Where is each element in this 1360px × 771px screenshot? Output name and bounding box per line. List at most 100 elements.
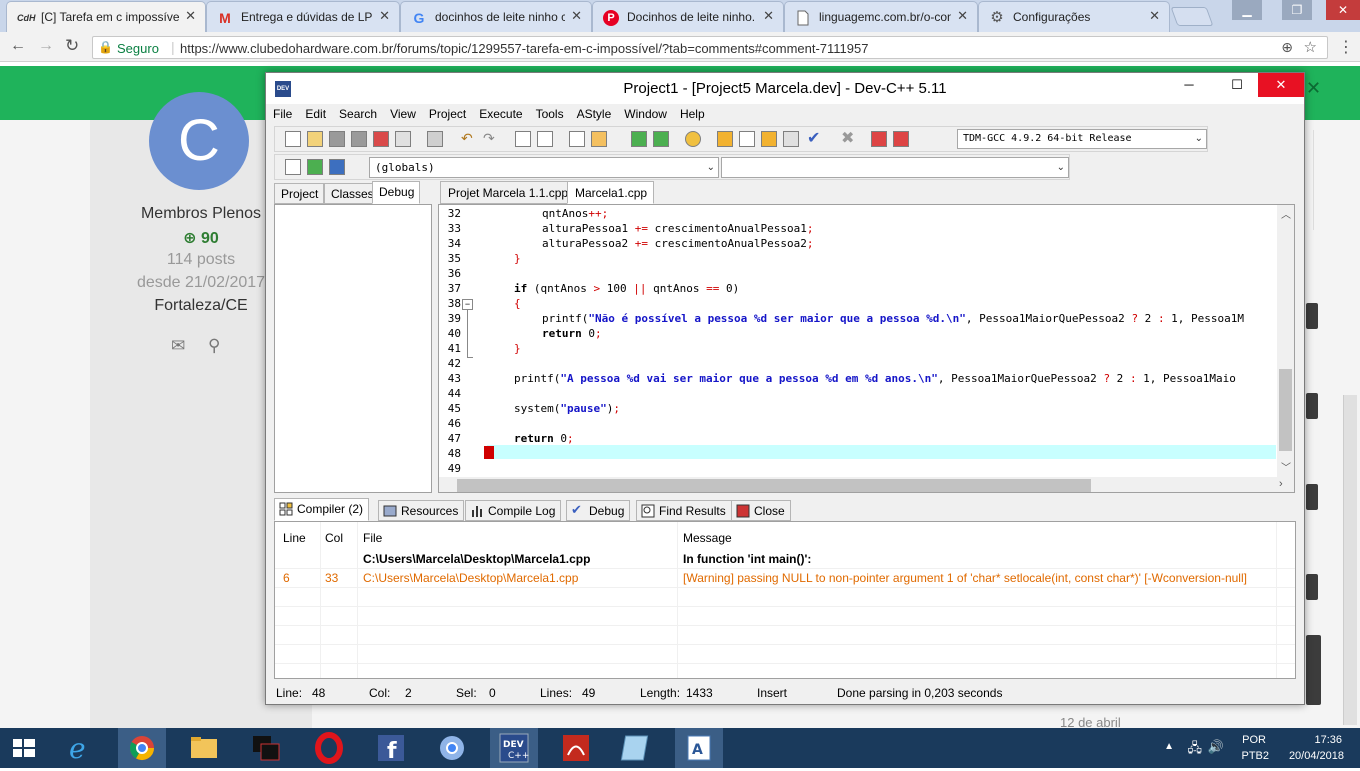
chrome-profile-icon[interactable] [428, 728, 476, 768]
maximize-icon[interactable]: ☐ [1214, 73, 1260, 97]
code-editor[interactable]: 32 33 34 35 36 37 38 39 40 41 42 43 44 45 46 47 48 49 qnt… [438, 204, 1295, 493]
tab-compile-log[interactable]: Compile Log [465, 500, 562, 521]
zoom-icon[interactable]: ⊕ [1281, 39, 1293, 56]
rebuild-icon[interactable] [783, 131, 799, 147]
project-options-icon[interactable] [685, 131, 701, 147]
right-button[interactable] [1306, 393, 1318, 419]
tab-resources[interactable]: Resources [378, 500, 465, 521]
browser-tab-pinterest[interactable]: P Docinhos de leite ninho. ✕ [592, 1, 784, 32]
scope-select[interactable]: (globals) ⌄ [369, 157, 719, 178]
menu-view[interactable]: View [383, 104, 422, 121]
menu-window[interactable]: Window [617, 104, 673, 121]
scroll-right-icon[interactable]: › [1279, 478, 1283, 490]
close-window-icon[interactable]: ✕ [1258, 73, 1304, 97]
bookmark-star-icon[interactable]: ☆ [1304, 38, 1317, 56]
goto-definition-icon[interactable] [307, 159, 323, 175]
right-button[interactable] [1306, 574, 1318, 600]
profile-chart-icon[interactable] [871, 131, 887, 147]
internet-explorer-icon[interactable]: e [57, 728, 105, 768]
column-header-line[interactable]: Line [283, 531, 306, 545]
terminal-app-icon[interactable] [243, 728, 291, 768]
close-window-icon[interactable]: ✕ [1326, 0, 1360, 20]
notepad-icon[interactable] [614, 728, 662, 768]
page-scrollbar[interactable] [1343, 395, 1357, 725]
redo-icon[interactable]: ↷ [483, 130, 495, 147]
run-icon[interactable] [739, 131, 755, 147]
tab-project[interactable]: Project [274, 183, 325, 204]
member-select[interactable]: ⌄ [721, 157, 1069, 178]
tab-close[interactable]: Close [731, 500, 791, 521]
column-header-file[interactable]: File [363, 531, 382, 545]
goto-declaration-icon[interactable] [285, 159, 301, 175]
new-file-icon[interactable] [285, 131, 301, 147]
facebook-icon[interactable]: f [367, 728, 415, 768]
compile-run-icon[interactable] [761, 131, 777, 147]
tab-compiler[interactable]: Compiler (2) [274, 498, 370, 521]
find-icon[interactable] [515, 131, 531, 147]
column-header-message[interactable]: Message [683, 531, 732, 545]
envelope-icon[interactable]: ✉ [171, 336, 185, 356]
minimize-icon[interactable]: ▁ [1232, 0, 1262, 20]
clock-time[interactable]: 17:36 [1314, 734, 1342, 746]
compiler-select[interactable]: TDM-GCC 4.9.2 64-bit Release ⌄ [957, 129, 1207, 149]
right-button[interactable] [1306, 484, 1318, 510]
close-tab-icon[interactable]: ✕ [571, 8, 582, 24]
keyboard-layout[interactable]: PTB2 [1241, 750, 1269, 762]
editor-horizontal-scrollbar[interactable]: › [439, 477, 1294, 492]
open-folder-icon[interactable] [307, 131, 323, 147]
table-row[interactable]: 6 33 C:\Users\Marcela\Desktop\Marcela1.c… [275, 569, 1295, 588]
minimize-icon[interactable]: ─ [1166, 73, 1212, 97]
scroll-up-icon[interactable]: ︿ [1281, 206, 1291, 221]
wordpad-icon[interactable]: A [675, 728, 723, 768]
menu-execute[interactable]: Execute [472, 104, 528, 121]
compile-icon[interactable] [717, 131, 733, 147]
delete-profile-icon[interactable] [893, 131, 909, 147]
syntax-check-icon[interactable]: ✔ [807, 128, 820, 148]
print-icon[interactable] [427, 131, 443, 147]
close-tab-icon[interactable]: ✕ [763, 8, 774, 24]
save-all-icon[interactable] [351, 131, 367, 147]
start-button[interactable] [0, 728, 48, 768]
fold-collapse-icon[interactable]: − [462, 299, 473, 310]
table-row[interactable]: C:\Users\Marcela\Desktop\Marcela1.cpp In… [275, 550, 1295, 569]
menu-edit[interactable]: Edit [298, 104, 332, 121]
menu-dots-icon[interactable]: ⋮ [1338, 37, 1354, 57]
replace-icon[interactable] [537, 131, 553, 147]
devcpp-taskbar-icon[interactable]: DEV C++ [490, 728, 538, 768]
new-tab-button[interactable] [1170, 7, 1214, 26]
scroll-thumb[interactable] [1279, 369, 1292, 451]
scroll-thumb[interactable] [457, 479, 1091, 492]
back-arrow-icon[interactable]: ← [10, 37, 26, 55]
tab-find-results[interactable]: Find Results [636, 500, 732, 521]
network-icon[interactable]: 🖧 [1188, 739, 1203, 761]
close-tab-icon[interactable]: ✕ [957, 8, 968, 24]
browser-tab-clubedohardware[interactable]: CdH [C] Tarefa em c impossíve ✕ [6, 1, 206, 33]
reload-icon[interactable]: ↻ [65, 36, 79, 56]
indent-icon[interactable] [569, 131, 585, 147]
browser-tab-linguagemc[interactable]: linguagemc.com.br/o-con ✕ [784, 1, 978, 32]
restore-icon[interactable]: ❐ [1282, 0, 1312, 20]
close-file-icon[interactable] [373, 131, 389, 147]
menu-astyle[interactable]: AStyle [570, 104, 618, 121]
chevron-up-icon[interactable]: ▲ [1164, 741, 1174, 752]
clock-date[interactable]: 20/04/2018 [1289, 750, 1344, 762]
undo-icon[interactable]: ↶ [461, 130, 473, 147]
menu-file[interactable]: File [266, 104, 298, 121]
browser-tab-settings[interactable]: ⚙ Configurações ✕ [978, 1, 1170, 32]
scroll-down-icon[interactable]: ﹀ [1281, 459, 1291, 474]
opera-icon[interactable] [305, 728, 353, 768]
editor-vertical-scrollbar[interactable]: ︿ ﹀ [1277, 205, 1294, 477]
tab-debug[interactable]: Debug [372, 181, 421, 204]
close-tab-icon[interactable]: ✕ [185, 8, 196, 24]
editor-tab-projet-marcela[interactable]: Projet Marcela 1.1.cpp [440, 181, 576, 204]
close-banner-icon[interactable]: ✕ [1306, 78, 1321, 99]
chrome-icon[interactable] [118, 728, 166, 768]
pdf-reader-icon[interactable] [552, 728, 600, 768]
close-tab-icon[interactable]: ✕ [1149, 8, 1160, 24]
close-tab-icon[interactable]: ✕ [379, 8, 390, 24]
save-icon[interactable] [329, 131, 345, 147]
language-code[interactable]: POR [1242, 734, 1266, 746]
volume-icon[interactable]: 🔊 [1208, 739, 1224, 755]
remove-from-project-icon[interactable] [653, 131, 669, 147]
browser-tab-google[interactable]: G docinhos de leite ninho c ✕ [400, 1, 592, 32]
